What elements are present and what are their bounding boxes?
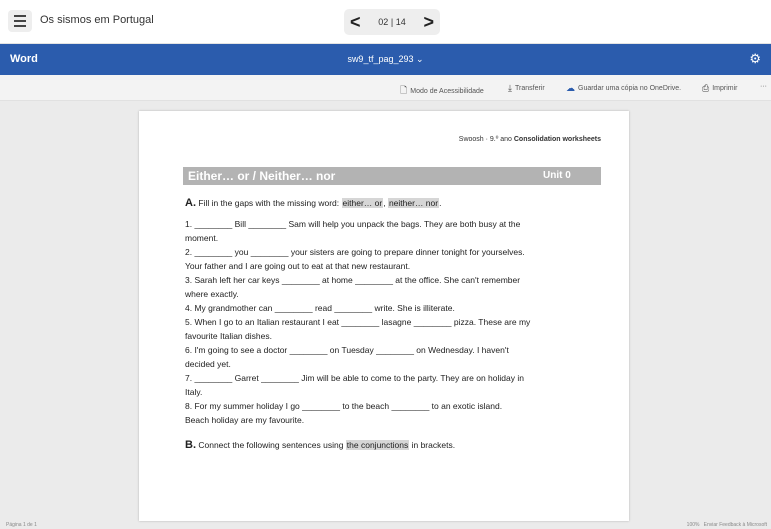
save-to-onedrive-button[interactable]: ☁ Guardar uma cópia no OneDrive. [566, 83, 681, 94]
page-header: Swoosh · 9.º ano Consolidation worksheet… [459, 136, 601, 143]
current-page: 02 [378, 17, 389, 27]
header-bold: Consolidation worksheets [513, 136, 601, 143]
section-a-instruction: A. Fill in the gaps with the missing wor… [185, 195, 603, 211]
hamburger-menu-icon[interactable] [8, 10, 32, 32]
page-indicator: 02 | 14 [378, 17, 405, 27]
section-b-letter: B. [185, 439, 196, 451]
print-label: Imprimir [712, 85, 738, 92]
page-separator: | [390, 17, 394, 27]
section-a-text: Fill in the gaps with the missing word: [196, 198, 342, 208]
exercise-line: 7. ________ Garret ________ Jim will be … [185, 373, 524, 383]
gear-icon[interactable]: ⚙ [749, 51, 761, 67]
exercise-line: where exactly. [185, 289, 239, 299]
viewer-toolbar: 🗋 Modo de Acessibilidade ⤓ Transferir ☁ … [0, 75, 771, 101]
page-count-status: Página 1 de 1 [6, 522, 37, 528]
exercise-line: 3. Sarah left her car keys ________ at h… [185, 275, 521, 285]
section-b-text: Connect the following sentences using [196, 440, 346, 450]
cloud-icon: ☁ [566, 83, 575, 93]
printer-icon: ⎙ [702, 83, 710, 93]
highlight-neither-nor: neither… nor [387, 198, 440, 208]
section-a-end: . [439, 198, 442, 208]
status-bar: Página 1 de 1 100% Enviar Feedback à Mic… [0, 521, 771, 529]
exercise-line: 6. I'm going to see a doctor ________ on… [185, 345, 509, 355]
word-app-bar: Word sw9_tf_pag_293 ⌄ ⚙ [0, 44, 771, 75]
exercise-line: 2. ________ you ________ your sisters ar… [185, 247, 525, 257]
worksheet-title: Either… or / Neither… nor [188, 169, 336, 183]
page-navigator: < 02 | 14 > [344, 9, 440, 35]
worksheet-content: A. Fill in the gaps with the missing wor… [185, 195, 603, 453]
worksheet-title-bar: Either… or / Neither… nor Unit 0 [183, 167, 601, 185]
top-bar: Os sismos em Portugal < 02 | 14 > [0, 0, 771, 44]
header-prefix: Swoosh · 9.º ano [458, 136, 514, 143]
highlight-either-or: either… or [341, 198, 384, 208]
next-page-button[interactable]: > [423, 13, 434, 31]
previous-page-button[interactable]: < [350, 13, 361, 31]
document-page: Swoosh · 9.º ano Consolidation worksheet… [139, 111, 629, 521]
unit-label: Unit 0 [543, 170, 571, 181]
accessibility-mode-label: Modo de Acessibilidade [410, 87, 484, 95]
exercise-line: 1. ________ Bill ________ Sam will help … [185, 219, 521, 229]
accessibility-mode-button[interactable]: 🗋 Modo de Acessibilidade [400, 83, 484, 99]
exercise-line: 4. My grandmother can ________ read ____… [185, 303, 455, 313]
file-name-dropdown[interactable]: sw9_tf_pag_293 ⌄ [0, 54, 771, 65]
onedrive-label: Guardar uma cópia no OneDrive. [578, 85, 682, 92]
section-b-end: in brackets. [409, 440, 456, 450]
document-title: Os sismos em Portugal [40, 14, 154, 26]
download-label: Transferir [514, 85, 545, 92]
exercise-line: Beach holiday are my favourite. [185, 415, 305, 425]
exercise-line: decided yet. [185, 359, 231, 369]
more-options-button[interactable]: ··· [760, 83, 767, 90]
status-right: 100% Enviar Feedback à Microsoft [687, 522, 767, 528]
feedback-link[interactable]: Enviar Feedback à Microsoft [704, 522, 767, 528]
document-icon: 🗋 [400, 85, 408, 95]
zoom-level[interactable]: 100% [687, 522, 700, 528]
download-icon: ⤓ [508, 83, 512, 93]
exercise-line: Italy. [185, 387, 203, 397]
highlight-conjunctions: the conjunctions [345, 440, 410, 450]
download-button[interactable]: ⤓ Transferir [508, 83, 545, 94]
section-b-instruction: B. Connect the following sentences using… [185, 437, 603, 453]
section-a-letter: A. [185, 197, 196, 209]
exercise-line: moment. [185, 233, 219, 243]
exercise-line: 5. When I go to an Italian restaurant I … [185, 317, 531, 327]
exercise-line: 8. For my summer holiday I go ________ t… [185, 401, 503, 411]
total-pages: 14 [395, 17, 406, 27]
exercise-line: Your father and I are going out to eat a… [185, 261, 411, 271]
print-button[interactable]: ⎙ Imprimir [702, 83, 737, 94]
exercise-line: favourite Italian dishes. [185, 331, 272, 341]
